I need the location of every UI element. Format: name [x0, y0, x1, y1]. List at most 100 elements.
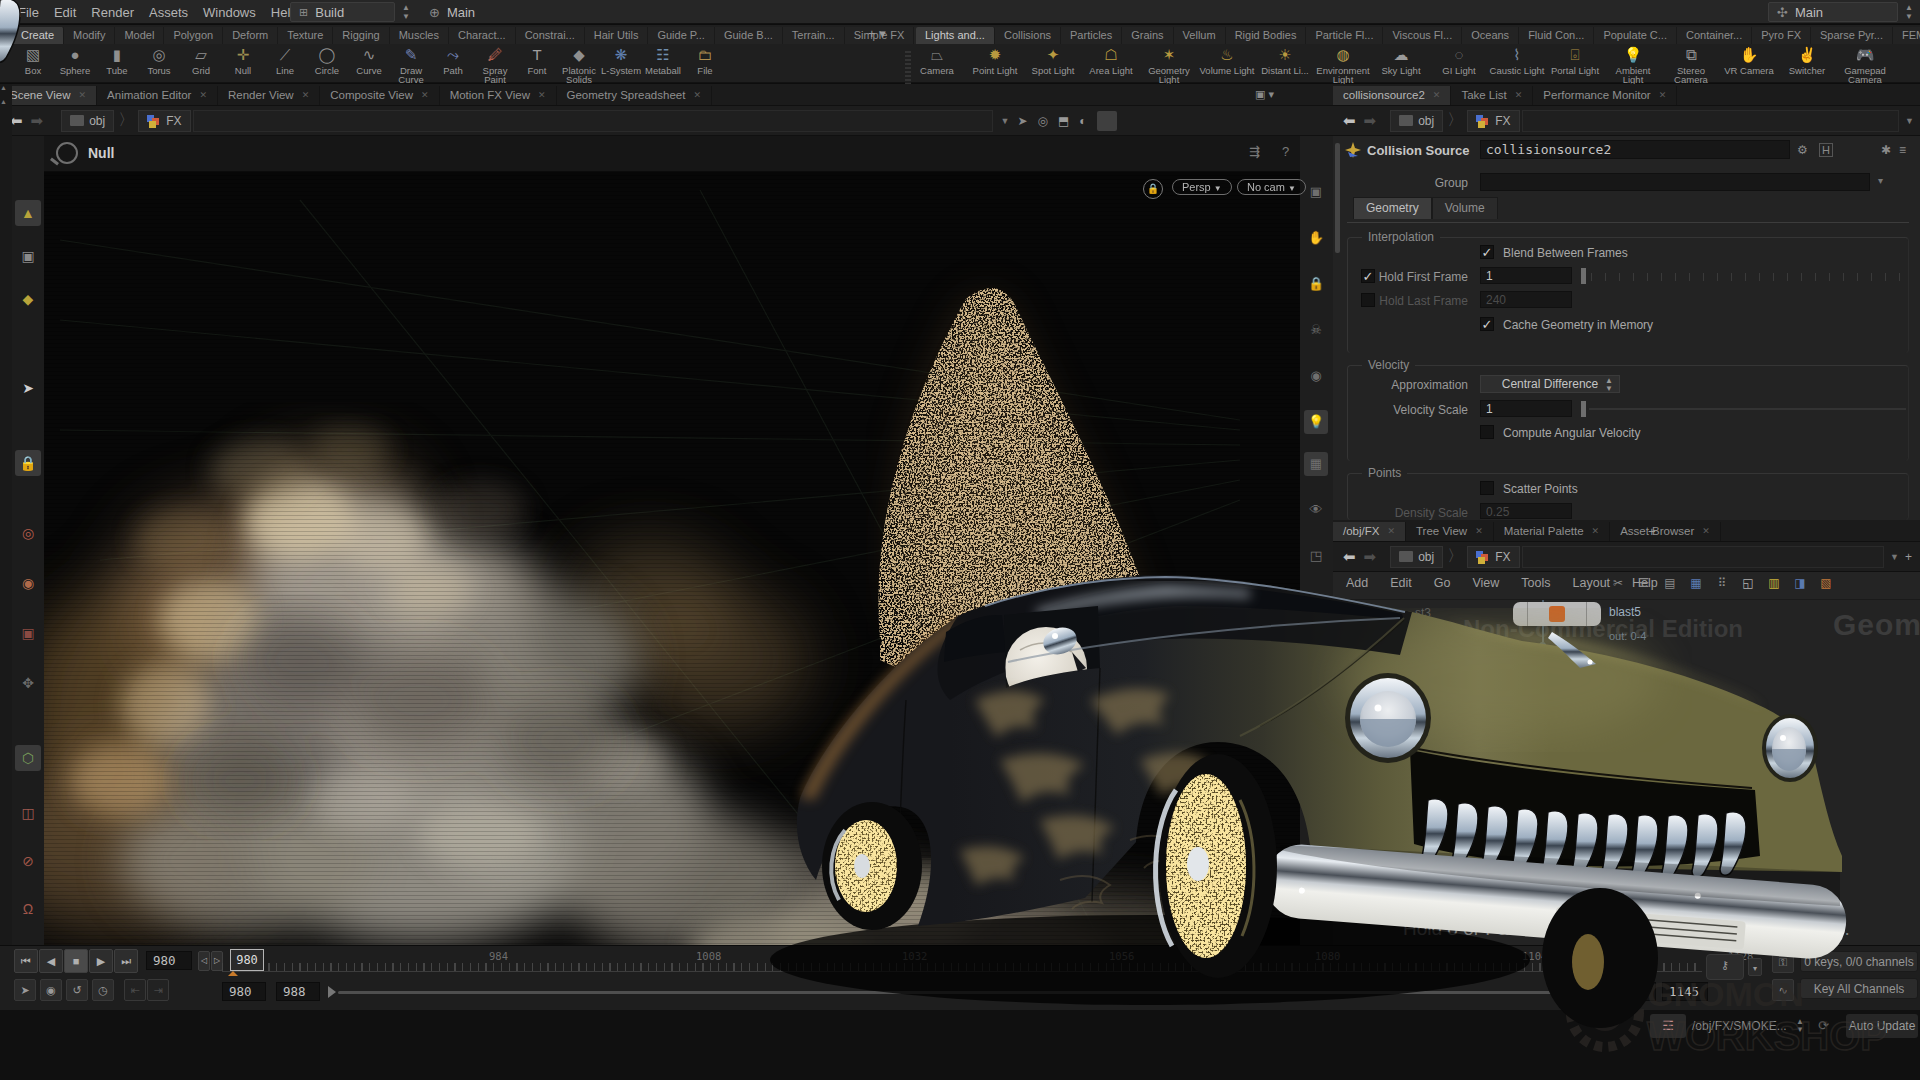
display-icon-2[interactable]: ▥	[1763, 576, 1785, 594]
path-input[interactable]	[1522, 546, 1885, 568]
angular-checkbox[interactable]	[1480, 425, 1494, 439]
desktop-main-combo[interactable]: ⊕ Main	[420, 2, 570, 22]
shelf-tool[interactable]: ✋VR Camera	[1720, 45, 1778, 83]
display-toggle-icon[interactable]: ◬	[1304, 878, 1328, 902]
shelf-tool[interactable]: ▧Box	[12, 45, 54, 83]
path-dropdown-icon[interactable]: ▼	[1905, 116, 1914, 126]
lock-param-icon[interactable]: ✱	[1881, 143, 1891, 157]
network-menu-item[interactable]: Add	[1335, 576, 1379, 590]
gear-icon[interactable]: ⚙	[1797, 143, 1808, 157]
display-toggle-icon[interactable]: 💡	[1304, 410, 1328, 434]
display-toggle-icon[interactable]: ⊕	[1304, 790, 1328, 814]
shelf-add-tab[interactable]: + ▾	[862, 24, 892, 44]
shelf-tool[interactable]: ❋L-System	[600, 45, 642, 83]
pin-icon[interactable]: ➤	[1017, 114, 1027, 128]
shelf-tab[interactable]: Guide B...	[715, 27, 783, 44]
close-tab-icon[interactable]: ✕	[693, 90, 701, 100]
go-end-button[interactable]: ⏭	[114, 949, 138, 973]
display-toggle-icon[interactable]: ▣	[1304, 180, 1328, 204]
display-icon-1[interactable]: ◱	[1737, 576, 1759, 594]
node-blast5[interactable]	[1513, 602, 1601, 626]
shelf-tab[interactable]: Oceans	[1462, 27, 1519, 44]
shelf-tool[interactable]: ◎Torus	[138, 45, 180, 83]
pane-tab[interactable]: Performance Monitor✕	[1533, 86, 1677, 105]
display-toggle-icon[interactable]: 🔒	[1304, 272, 1328, 296]
forward-arrow-icon[interactable]: ➡	[1364, 112, 1377, 130]
shelf-tool[interactable]: ⟋Line	[264, 45, 306, 83]
display-toggle-icon[interactable]: 👁	[1304, 498, 1328, 522]
display-toggle-icon[interactable]: ◳	[1304, 544, 1328, 568]
shelf-tool[interactable]: ⤳Path	[432, 45, 474, 83]
close-tab-icon[interactable]: ✕	[1433, 90, 1441, 100]
close-tab-icon[interactable]: ✕	[421, 90, 429, 100]
shelf-tool[interactable]: ◯Circle	[306, 45, 348, 83]
cube-display-icon[interactable]: ⬒	[1058, 114, 1069, 128]
shelf-tab[interactable]: Particles	[1061, 27, 1122, 44]
group-field[interactable]	[1480, 173, 1870, 191]
more-icon[interactable]: ≡	[1899, 143, 1906, 157]
hold-first-slider[interactable]	[1581, 268, 1906, 284]
realtime-button[interactable]: ◷	[92, 979, 114, 1001]
display-toggle-icon[interactable]: ✋	[1304, 226, 1328, 250]
range-handle-left[interactable]	[328, 986, 336, 998]
toolbar-icon[interactable]: ✥	[15, 670, 41, 696]
close-tab-icon[interactable]: ✕	[538, 90, 546, 100]
shelf-tool[interactable]: ✶Geometry Light	[1140, 45, 1198, 83]
shelf-tool[interactable]: ☁Sky Light	[1372, 45, 1430, 83]
loop-button[interactable]: ↺	[66, 979, 88, 1001]
group-title[interactable]: Velocity	[1362, 358, 1415, 372]
shelf-tab[interactable]: Sparse Pyr...	[1811, 27, 1893, 44]
back-arrow-icon[interactable]: ⬅	[1343, 112, 1356, 130]
shelf-tab[interactable]: Container...	[1677, 27, 1752, 44]
sphere-display-icon[interactable]: ◐	[1079, 114, 1086, 128]
blend-checkbox[interactable]: ✓	[1480, 245, 1494, 259]
group-menu-icon[interactable]: ▾	[1878, 175, 1883, 186]
shelf-tool[interactable]: 🎮Gamepad Camera	[1836, 45, 1894, 83]
shelf-tool[interactable]: 💡Ambient Light	[1604, 45, 1662, 83]
display-toggle-icon[interactable]: ¹²	[1304, 728, 1328, 752]
pane-tab[interactable]: Composite View✕	[320, 86, 439, 105]
shelf-tab[interactable]: Rigging	[333, 27, 389, 44]
shelf-tab[interactable]: Texture	[278, 27, 333, 44]
menu-item[interactable]: Windows	[203, 5, 256, 20]
playhead[interactable]: 980	[230, 949, 264, 971]
shelf-tool[interactable]: ✹Point Light	[966, 45, 1024, 83]
pane-tab[interactable]: Take List✕	[1451, 86, 1533, 105]
lock-icon[interactable]: 🔒	[1143, 179, 1163, 199]
shelf-tab[interactable]: FEM	[1893, 27, 1920, 44]
back-arrow-icon[interactable]: ⬅	[1343, 548, 1356, 566]
toolbar-icon[interactable]: ◫	[15, 800, 41, 826]
node-name-field[interactable]: collisionsource2	[1480, 140, 1790, 159]
shelf-tab[interactable]: Charact...	[449, 27, 516, 44]
approximation-dropdown[interactable]: Central Difference	[1480, 375, 1620, 393]
shelf-tool[interactable]: ▱Grid	[180, 45, 222, 83]
display-toggle-icon[interactable]: ✎	[1304, 682, 1328, 706]
hold-last-field[interactable]: 240	[1480, 291, 1572, 308]
shelf-tool[interactable]: ∿Curve	[348, 45, 390, 83]
timeline[interactable]: 984100810321056108011041128 980	[222, 949, 1702, 973]
toolbar-icon[interactable]: ➤	[15, 375, 41, 401]
playbar-options-button[interactable]: ➤	[14, 979, 36, 1001]
toolbar-icon[interactable]: ▲	[15, 200, 41, 226]
viewport-canvas[interactable]	[44, 172, 1300, 945]
shelf-tab[interactable]: Hair Utils	[585, 27, 649, 44]
menu-item[interactable]: Assets	[149, 5, 188, 20]
display-toggle-icon[interactable]: ☠	[1304, 318, 1328, 342]
toolbar-icon[interactable]: ◆	[15, 286, 41, 312]
shelf-tool[interactable]: ✛Null	[222, 45, 264, 83]
next-key-button[interactable]: ⇥	[147, 979, 169, 1001]
shelf-tool[interactable]: ✎Draw Curve	[390, 45, 432, 83]
shelf-tab[interactable]: Muscles	[390, 27, 449, 44]
shelf-tab[interactable]: Deform	[223, 27, 278, 44]
shelf-tool[interactable]: ●Sphere	[54, 45, 96, 83]
network-canvas[interactable]: Non-Commercial Edition Geometry st3 blas…	[1333, 600, 1920, 945]
shelf-tab[interactable]: Polygon	[164, 27, 223, 44]
tab-geometry[interactable]: Geometry	[1353, 197, 1432, 219]
shelf-tool[interactable]: ⌻Portal Light	[1546, 45, 1604, 83]
close-tab-icon[interactable]: ✕	[199, 90, 207, 100]
density-field[interactable]: 0.25	[1480, 503, 1572, 519]
close-tab-icon[interactable]: ✕	[302, 90, 310, 100]
toolbar-icon[interactable]: ▣	[15, 243, 41, 269]
shelf-tool[interactable]: ☷Metaball	[642, 45, 684, 83]
shelf-tool[interactable]: TFont	[516, 45, 558, 83]
